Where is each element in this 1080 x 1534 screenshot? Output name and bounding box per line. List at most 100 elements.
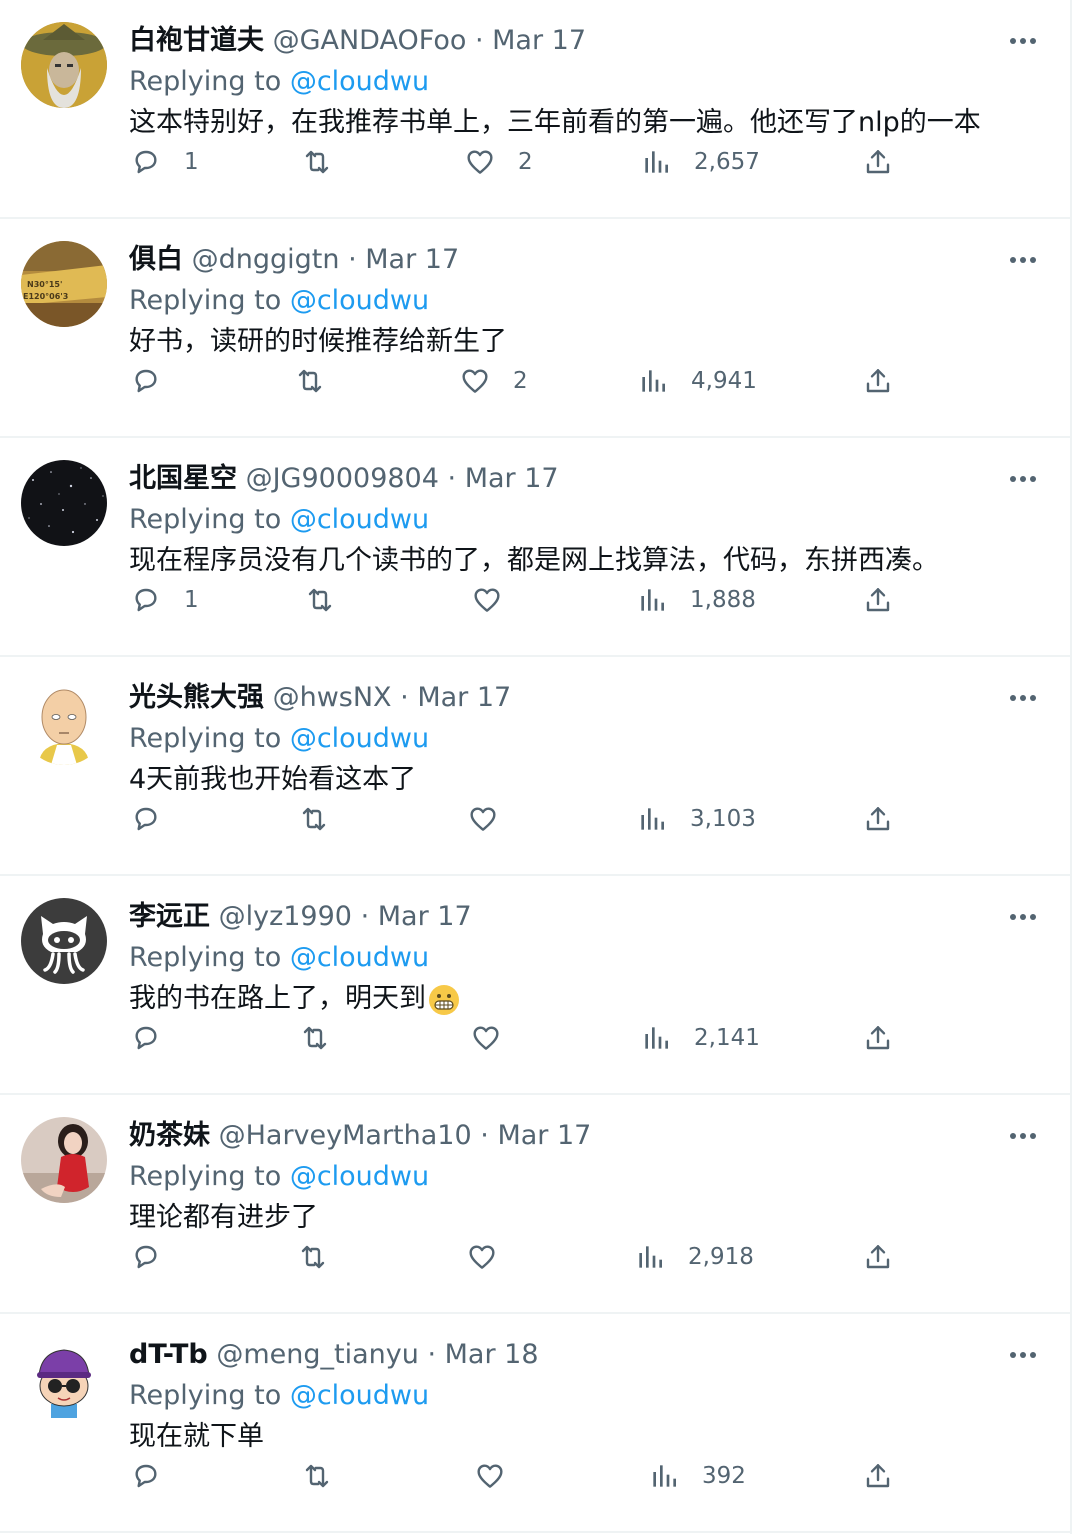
tweet-date[interactable]: Mar 17 bbox=[465, 463, 559, 494]
separator-dot: · bbox=[447, 463, 457, 494]
views-button[interactable]: 2,918 bbox=[634, 1237, 754, 1277]
retweet-button[interactable] bbox=[304, 580, 358, 620]
retweet-button[interactable] bbox=[294, 361, 348, 401]
more-button[interactable] bbox=[1006, 243, 1040, 277]
author-name[interactable]: 俱白 bbox=[129, 244, 183, 275]
reply-icon bbox=[135, 150, 157, 174]
share-icon bbox=[866, 1464, 890, 1488]
like-button[interactable]: 2 bbox=[459, 361, 528, 401]
more-button[interactable] bbox=[1006, 1119, 1040, 1153]
share-button[interactable] bbox=[862, 142, 894, 182]
avatar[interactable] bbox=[21, 22, 107, 108]
retweet-button[interactable] bbox=[301, 1456, 355, 1496]
separator-dot: · bbox=[400, 682, 409, 713]
author-handle[interactable]: @JG90009804 bbox=[246, 463, 439, 494]
avatar[interactable] bbox=[21, 898, 107, 984]
tweet[interactable]: N30°15' E120°06'3 俱白 @dnggigtn · Mar 17 … bbox=[0, 219, 1070, 438]
reply-button[interactable] bbox=[130, 1456, 184, 1496]
tweet[interactable]: 奶茶妹 @HarveyMartha10 · Mar 17 Replying to… bbox=[0, 1095, 1070, 1314]
cartoon-purple-hat-avatar-icon bbox=[21, 1336, 107, 1422]
author-name[interactable]: 李远正 bbox=[129, 901, 210, 932]
author-name[interactable]: 光头熊大强 bbox=[129, 682, 264, 713]
more-button[interactable] bbox=[1006, 462, 1040, 496]
author-name[interactable]: dT-Tb bbox=[129, 1339, 208, 1370]
replying-to-mention[interactable]: @cloudwu bbox=[290, 285, 429, 316]
author-name[interactable]: 白袍甘道夫 bbox=[129, 25, 264, 56]
retweet-button[interactable] bbox=[299, 1018, 353, 1058]
views-button[interactable]: 2,657 bbox=[640, 142, 760, 182]
replying-to-mention[interactable]: @cloudwu bbox=[290, 723, 429, 754]
tweet-date[interactable]: Mar 17 bbox=[492, 25, 586, 56]
tweet[interactable]: 李远正 @lyz1990 · Mar 17 Replying to @cloud… bbox=[0, 876, 1070, 1095]
author-handle[interactable]: @meng_tianyu bbox=[216, 1339, 419, 1370]
replying-to-mention[interactable]: @cloudwu bbox=[290, 1380, 429, 1411]
avatar[interactable] bbox=[21, 460, 107, 546]
tweet-actions: 1 1,888 bbox=[0, 580, 1072, 620]
views-button[interactable]: 392 bbox=[648, 1456, 746, 1496]
more-button[interactable] bbox=[1006, 1338, 1040, 1372]
author-handle[interactable]: @HarveyMartha10 bbox=[219, 1120, 472, 1151]
share-icon bbox=[866, 588, 890, 612]
avatar[interactable]: N30°15' E120°06'3 bbox=[21, 241, 107, 327]
share-button[interactable] bbox=[862, 1018, 894, 1058]
views-button[interactable]: 4,941 bbox=[637, 361, 757, 401]
replying-to-label: Replying to bbox=[129, 942, 282, 973]
tweet[interactable]: dT-Tb @meng_tianyu · Mar 18 Replying to … bbox=[0, 1314, 1070, 1533]
reply-button[interactable]: 1 bbox=[130, 580, 199, 620]
tweet-date[interactable]: Mar 17 bbox=[378, 901, 472, 932]
tweet[interactable]: 白袍甘道夫 @GANDAOFoo · Mar 17 Replying to @c… bbox=[0, 0, 1070, 219]
author-name[interactable]: 奶茶妹 bbox=[129, 1120, 210, 1151]
replying-to-mention[interactable]: @cloudwu bbox=[290, 66, 429, 97]
more-button[interactable] bbox=[1006, 900, 1040, 934]
retweet-button[interactable] bbox=[298, 799, 352, 839]
like-button[interactable] bbox=[466, 1237, 520, 1277]
like-button[interactable] bbox=[474, 1456, 528, 1496]
reply-button[interactable] bbox=[130, 799, 184, 839]
tweet-text: 好书，读研的时候推荐给新生了 bbox=[129, 326, 507, 357]
author-handle[interactable]: @dnggigtn bbox=[192, 244, 340, 275]
views-button[interactable]: 2,141 bbox=[640, 1018, 760, 1058]
views-button[interactable]: 1,888 bbox=[636, 580, 756, 620]
author-name[interactable]: 北国星空 bbox=[129, 463, 237, 494]
author-handle[interactable]: @GANDAOFoo bbox=[273, 25, 467, 56]
replying-to-mention[interactable]: @cloudwu bbox=[290, 504, 429, 535]
more-button[interactable] bbox=[1006, 24, 1040, 58]
like-button[interactable] bbox=[471, 580, 525, 620]
share-button[interactable] bbox=[862, 580, 894, 620]
like-button[interactable] bbox=[470, 1018, 524, 1058]
heart-icon bbox=[473, 1026, 499, 1050]
more-button[interactable] bbox=[1006, 681, 1040, 715]
reply-button[interactable] bbox=[130, 361, 184, 401]
views-chart-icon bbox=[641, 589, 664, 611]
author-handle[interactable]: @hwsNX bbox=[273, 682, 392, 713]
tweet-date[interactable]: Mar 17 bbox=[497, 1120, 591, 1151]
tweet[interactable]: 北国星空 @JG90009804 · Mar 17 Replying to @c… bbox=[0, 438, 1070, 657]
share-button[interactable] bbox=[862, 1237, 894, 1277]
views-button[interactable]: 3,103 bbox=[636, 799, 756, 839]
tweet-date[interactable]: Mar 17 bbox=[417, 682, 511, 713]
reply-button[interactable] bbox=[130, 1018, 184, 1058]
like-button[interactable] bbox=[467, 799, 521, 839]
view-count: 2,657 bbox=[694, 149, 760, 175]
author-handle[interactable]: @lyz1990 bbox=[219, 901, 352, 932]
tweet[interactable]: 光头熊大强 @hwsNX · Mar 17 Replying to @cloud… bbox=[0, 657, 1070, 876]
like-count: 2 bbox=[513, 368, 528, 394]
replying-to-mention[interactable]: @cloudwu bbox=[290, 1161, 429, 1192]
replying-to-mention[interactable]: @cloudwu bbox=[290, 942, 429, 973]
retweet-button[interactable] bbox=[297, 1237, 351, 1277]
tweet-header: 光头熊大强 @hwsNX · Mar 17 bbox=[129, 679, 511, 717]
share-button[interactable] bbox=[862, 361, 894, 401]
tweet-date[interactable]: Mar 17 bbox=[365, 244, 459, 275]
tweet-date[interactable]: Mar 18 bbox=[445, 1339, 539, 1370]
avatar[interactable] bbox=[21, 1336, 107, 1422]
retweet-button[interactable] bbox=[301, 142, 355, 182]
share-button[interactable] bbox=[862, 799, 894, 839]
share-button[interactable] bbox=[862, 1456, 894, 1496]
avatar[interactable] bbox=[21, 1117, 107, 1203]
reply-button[interactable] bbox=[130, 1237, 184, 1277]
like-button[interactable]: 2 bbox=[464, 142, 533, 182]
avatar[interactable] bbox=[21, 679, 107, 765]
replying-to-label: Replying to bbox=[129, 723, 282, 754]
reply-button[interactable]: 1 bbox=[130, 142, 199, 182]
tweet-actions: 392 bbox=[0, 1456, 1072, 1496]
